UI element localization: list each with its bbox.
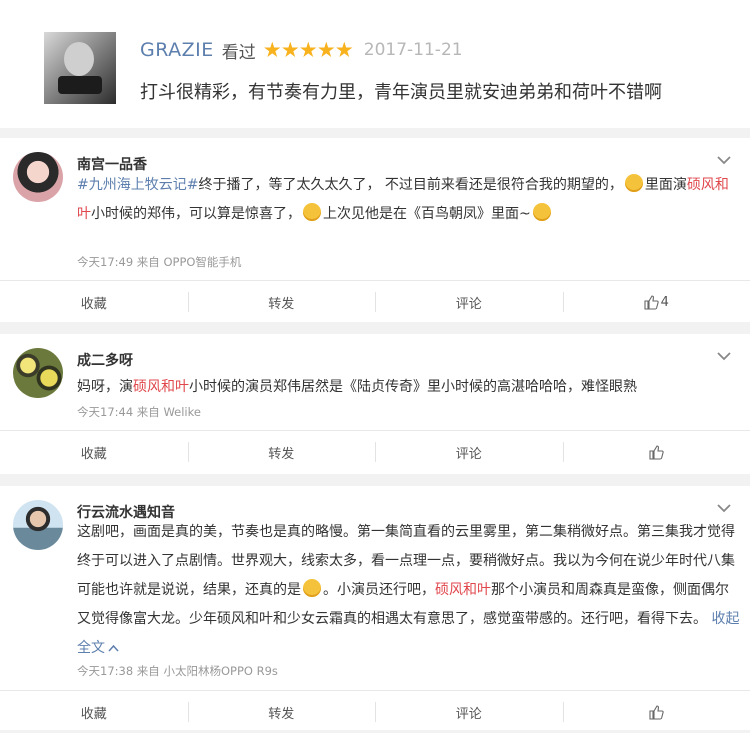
like-button[interactable] xyxy=(563,431,750,473)
avatar[interactable] xyxy=(13,500,63,550)
star-icon xyxy=(336,42,353,59)
chevron-down-icon[interactable] xyxy=(716,502,732,514)
reviewer-name[interactable]: GRAZIE xyxy=(140,39,214,61)
comment-card: 成二多呀 妈呀，演硕风和叶小时候的演员郑伟居然是《陆贞传奇》里小时候的高湛哈哈哈… xyxy=(0,334,750,474)
comment-text: 这剧吧，画面是真的美，节奏也是真的略慢。第一集简直看的云里雾里，第二集稍微好点。… xyxy=(77,518,740,663)
comment-time: 今天17:49 来自 OPPO智能手机 xyxy=(77,254,241,270)
comment-time: 今天17:38 来自 小太阳林杨OPPO R9s xyxy=(77,663,278,679)
camera-icon xyxy=(58,76,102,94)
topic-tag[interactable]: #九州海上牧云记# xyxy=(77,177,198,193)
repost-button[interactable]: 转发 xyxy=(188,691,376,733)
star-icon xyxy=(318,42,335,59)
highlight-keyword[interactable]: 硕风和叶 xyxy=(133,379,189,395)
comment-card: 行云流水遇知音 这剧吧，画面是真的美，节奏也是真的略慢。第一集简直看的云里雾里，… xyxy=(0,486,750,730)
comment-username[interactable]: 成二多呀 xyxy=(77,350,133,370)
avatar[interactable] xyxy=(13,152,63,202)
like-button[interactable]: 4 xyxy=(563,281,750,323)
thumbs-up-icon xyxy=(649,445,664,460)
comment-text: #九州海上牧云记#终于播了，等了太久太久了， 不过目前来看还是很符合我的期望的，… xyxy=(77,171,740,229)
emoji-icon xyxy=(533,203,551,221)
comment-button[interactable]: 评论 xyxy=(375,431,563,473)
comment-time: 今天17:44 来自 Welike xyxy=(77,404,201,420)
action-bar: 收藏 转发 评论 xyxy=(0,690,750,733)
avatar[interactable] xyxy=(44,32,116,104)
comment-text: 妈呀，演硕风和叶小时候的演员郑伟居然是《陆贞传奇》里小时候的高湛哈哈哈，难怪眼熟 xyxy=(77,373,740,402)
emoji-icon xyxy=(625,174,643,192)
watched-label: 看过 xyxy=(222,38,256,63)
like-button[interactable] xyxy=(563,691,750,733)
action-bar: 收藏 转发 评论 4 xyxy=(0,280,750,323)
like-count: 4 xyxy=(661,295,669,310)
comment-card: 南宫一品香 #九州海上牧云记#终于播了，等了太久太久了， 不过目前来看还是很符合… xyxy=(0,138,750,322)
chevron-up-icon xyxy=(108,644,119,652)
repost-button[interactable]: 转发 xyxy=(188,431,376,473)
chevron-down-icon[interactable] xyxy=(716,154,732,166)
favorite-button[interactable]: 收藏 xyxy=(0,431,188,473)
favorite-button[interactable]: 收藏 xyxy=(0,691,188,733)
star-icon xyxy=(264,42,281,59)
chevron-down-icon[interactable] xyxy=(716,350,732,362)
star-icon xyxy=(282,42,299,59)
thumbs-up-icon xyxy=(649,705,664,720)
repost-button[interactable]: 转发 xyxy=(188,281,376,323)
comment-button[interactable]: 评论 xyxy=(375,691,563,733)
comment-button[interactable]: 评论 xyxy=(375,281,563,323)
review-text: 打斗很精彩，有节奏有力里，青年演员里就安迪弟弟和荷叶不错啊 xyxy=(140,78,662,104)
action-bar: 收藏 转发 评论 xyxy=(0,430,750,473)
highlight-keyword[interactable]: 硕风和叶 xyxy=(435,582,491,598)
emoji-icon xyxy=(303,579,321,597)
rating-stars xyxy=(264,42,354,59)
emoji-icon xyxy=(303,203,321,221)
favorite-button[interactable]: 收藏 xyxy=(0,281,188,323)
top-review: GRAZIE 看过 2017-11-21 打斗很精彩，有节奏有力里，青年演员里就… xyxy=(0,0,750,128)
review-date: 2017-11-21 xyxy=(364,40,463,60)
avatar[interactable] xyxy=(13,348,63,398)
star-icon xyxy=(300,42,317,59)
thumbs-up-icon xyxy=(644,295,659,310)
